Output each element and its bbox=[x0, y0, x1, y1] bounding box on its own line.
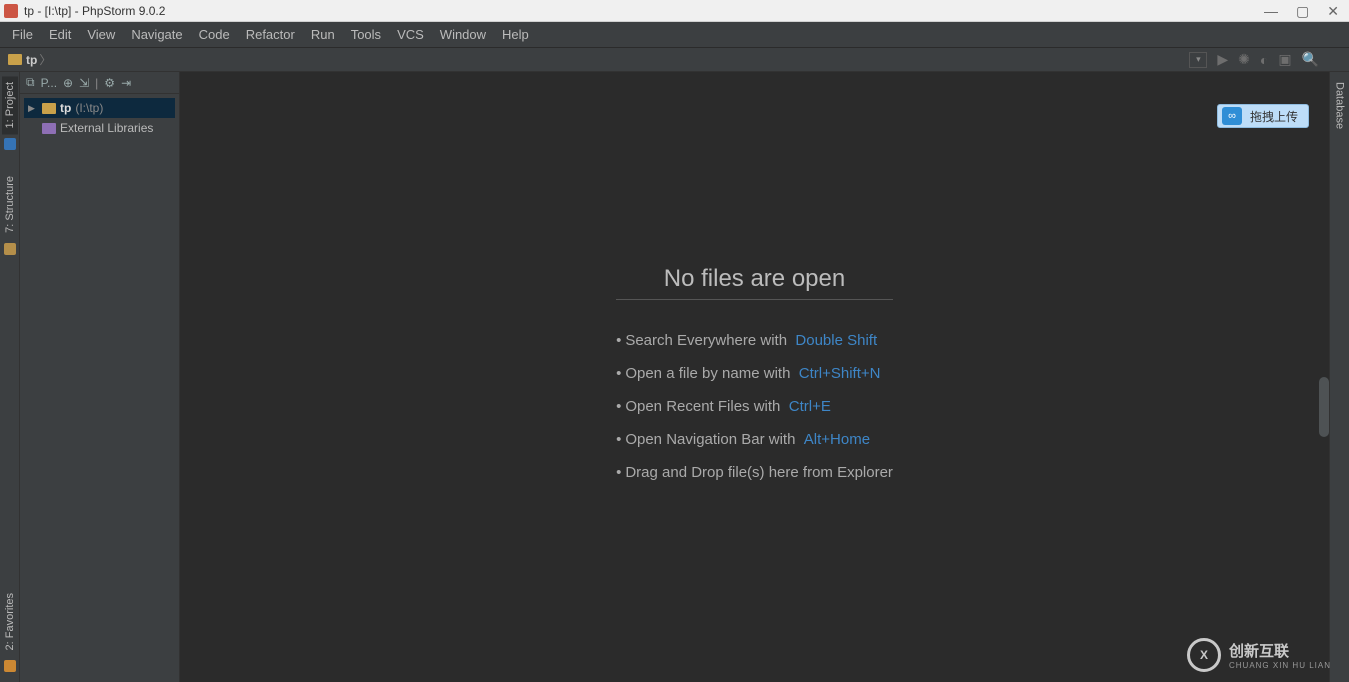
project-tool-window: ⧉ P... ⊕ ⇲ | ⚙ ⇥ ▶ tp (I:\tp) External L… bbox=[20, 72, 180, 682]
editor-scrollbar[interactable] bbox=[1319, 377, 1329, 437]
menu-vcs[interactable]: VCS bbox=[389, 27, 432, 42]
tip-item: •Search Everywhere with Double Shift bbox=[616, 324, 893, 357]
navigation-bar: tp 〉 ▾ ▶ ✺ ◐ ▣ 🔍 bbox=[0, 48, 1349, 72]
menu-tools[interactable]: Tools bbox=[343, 27, 389, 42]
minimize-button[interactable]: ― bbox=[1264, 4, 1278, 18]
menu-refactor[interactable]: Refactor bbox=[238, 27, 303, 42]
tip-item: •Drag and Drop file(s) here from Explore… bbox=[616, 456, 893, 489]
search-icon[interactable]: 🔍 bbox=[1302, 51, 1319, 68]
right-tool-stripe: Database bbox=[1329, 72, 1349, 682]
menu-help[interactable]: Help bbox=[494, 27, 537, 42]
breadcrumb-project[interactable]: tp bbox=[26, 53, 37, 67]
project-tree: ▶ tp (I:\tp) External Libraries bbox=[20, 94, 179, 142]
project-view-icon[interactable]: ⧉ bbox=[26, 75, 35, 90]
tool-tab-project[interactable]: 1: Project bbox=[2, 76, 18, 134]
menu-run[interactable]: Run bbox=[303, 27, 343, 42]
empty-state: No files are open •Search Everywhere wit… bbox=[616, 265, 893, 489]
tool-tab-database[interactable]: Database bbox=[1332, 76, 1348, 135]
project-dropdown[interactable]: P... bbox=[41, 76, 57, 90]
stop-button[interactable]: ▣ bbox=[1278, 51, 1291, 68]
menu-code[interactable]: Code bbox=[191, 27, 238, 42]
hide-icon[interactable]: ⇥ bbox=[121, 76, 131, 90]
folder-icon bbox=[42, 103, 56, 114]
tool-tab-structure[interactable]: 7: Structure bbox=[2, 170, 18, 239]
editor-area[interactable]: No files are open •Search Everywhere wit… bbox=[180, 72, 1329, 682]
collapse-all-icon[interactable]: ⇲ bbox=[79, 76, 89, 90]
cloud-icon: ∞ bbox=[1222, 107, 1242, 125]
app-icon bbox=[4, 4, 18, 18]
debug-button[interactable]: ✺ bbox=[1238, 51, 1250, 68]
main-menu: File Edit View Navigate Code Refactor Ru… bbox=[0, 22, 1349, 48]
tree-root-name: tp bbox=[60, 101, 71, 115]
folder-icon bbox=[8, 54, 22, 65]
library-icon bbox=[42, 123, 56, 134]
expand-arrow-icon[interactable]: ▶ bbox=[28, 103, 38, 114]
left-tool-stripe: 1: Project 7: Structure 2: Favorites bbox=[0, 72, 20, 682]
structure-icon bbox=[4, 243, 16, 255]
project-toolbar: ⧉ P... ⊕ ⇲ | ⚙ ⇥ bbox=[20, 72, 179, 94]
tip-item: •Open Recent Files with Ctrl+E bbox=[616, 390, 893, 423]
window-title: tp - [I:\tp] - PhpStorm 9.0.2 bbox=[24, 4, 1264, 18]
tree-lib-label: External Libraries bbox=[60, 121, 153, 135]
empty-heading: No files are open bbox=[616, 265, 893, 300]
tree-external-libraries[interactable]: External Libraries bbox=[24, 118, 175, 138]
close-button[interactable]: ✕ bbox=[1327, 4, 1339, 18]
watermark: X 创新互联 CHUANG XIN HU LIAN bbox=[1187, 638, 1331, 672]
gear-icon[interactable]: ⚙ bbox=[104, 76, 115, 90]
scroll-from-source-icon[interactable]: ⊕ bbox=[63, 76, 73, 90]
chevron-right-icon: 〉 bbox=[39, 51, 51, 68]
window-titlebar: tp - [I:\tp] - PhpStorm 9.0.2 ― ▢ ✕ bbox=[0, 0, 1349, 22]
watermark-brand: 创新互联 bbox=[1229, 640, 1331, 661]
tree-root-path: (I:\tp) bbox=[75, 101, 103, 115]
coverage-button[interactable]: ◐ bbox=[1260, 52, 1268, 68]
tip-item: •Open Navigation Bar with Alt+Home bbox=[616, 423, 893, 456]
menu-window[interactable]: Window bbox=[432, 27, 494, 42]
upload-label: 拖拽上传 bbox=[1250, 108, 1298, 125]
divider: | bbox=[95, 76, 98, 90]
star-icon bbox=[4, 660, 16, 672]
php-icon bbox=[4, 138, 16, 150]
menu-file[interactable]: File bbox=[4, 27, 41, 42]
tool-tab-favorites[interactable]: 2: Favorites bbox=[2, 587, 18, 656]
menu-view[interactable]: View bbox=[79, 27, 123, 42]
tips-list: •Search Everywhere with Double Shift •Op… bbox=[616, 324, 893, 489]
run-button[interactable]: ▶ bbox=[1217, 51, 1228, 68]
menu-navigate[interactable]: Navigate bbox=[123, 27, 190, 42]
menu-edit[interactable]: Edit bbox=[41, 27, 79, 42]
run-config-dropdown[interactable]: ▾ bbox=[1189, 52, 1207, 68]
watermark-sub: CHUANG XIN HU LIAN bbox=[1229, 661, 1331, 670]
upload-overlay[interactable]: ∞ 拖拽上传 bbox=[1217, 104, 1309, 128]
maximize-button[interactable]: ▢ bbox=[1296, 4, 1309, 18]
watermark-logo: X bbox=[1187, 638, 1221, 672]
tree-root[interactable]: ▶ tp (I:\tp) bbox=[24, 98, 175, 118]
tip-item: •Open a file by name with Ctrl+Shift+N bbox=[616, 357, 893, 390]
